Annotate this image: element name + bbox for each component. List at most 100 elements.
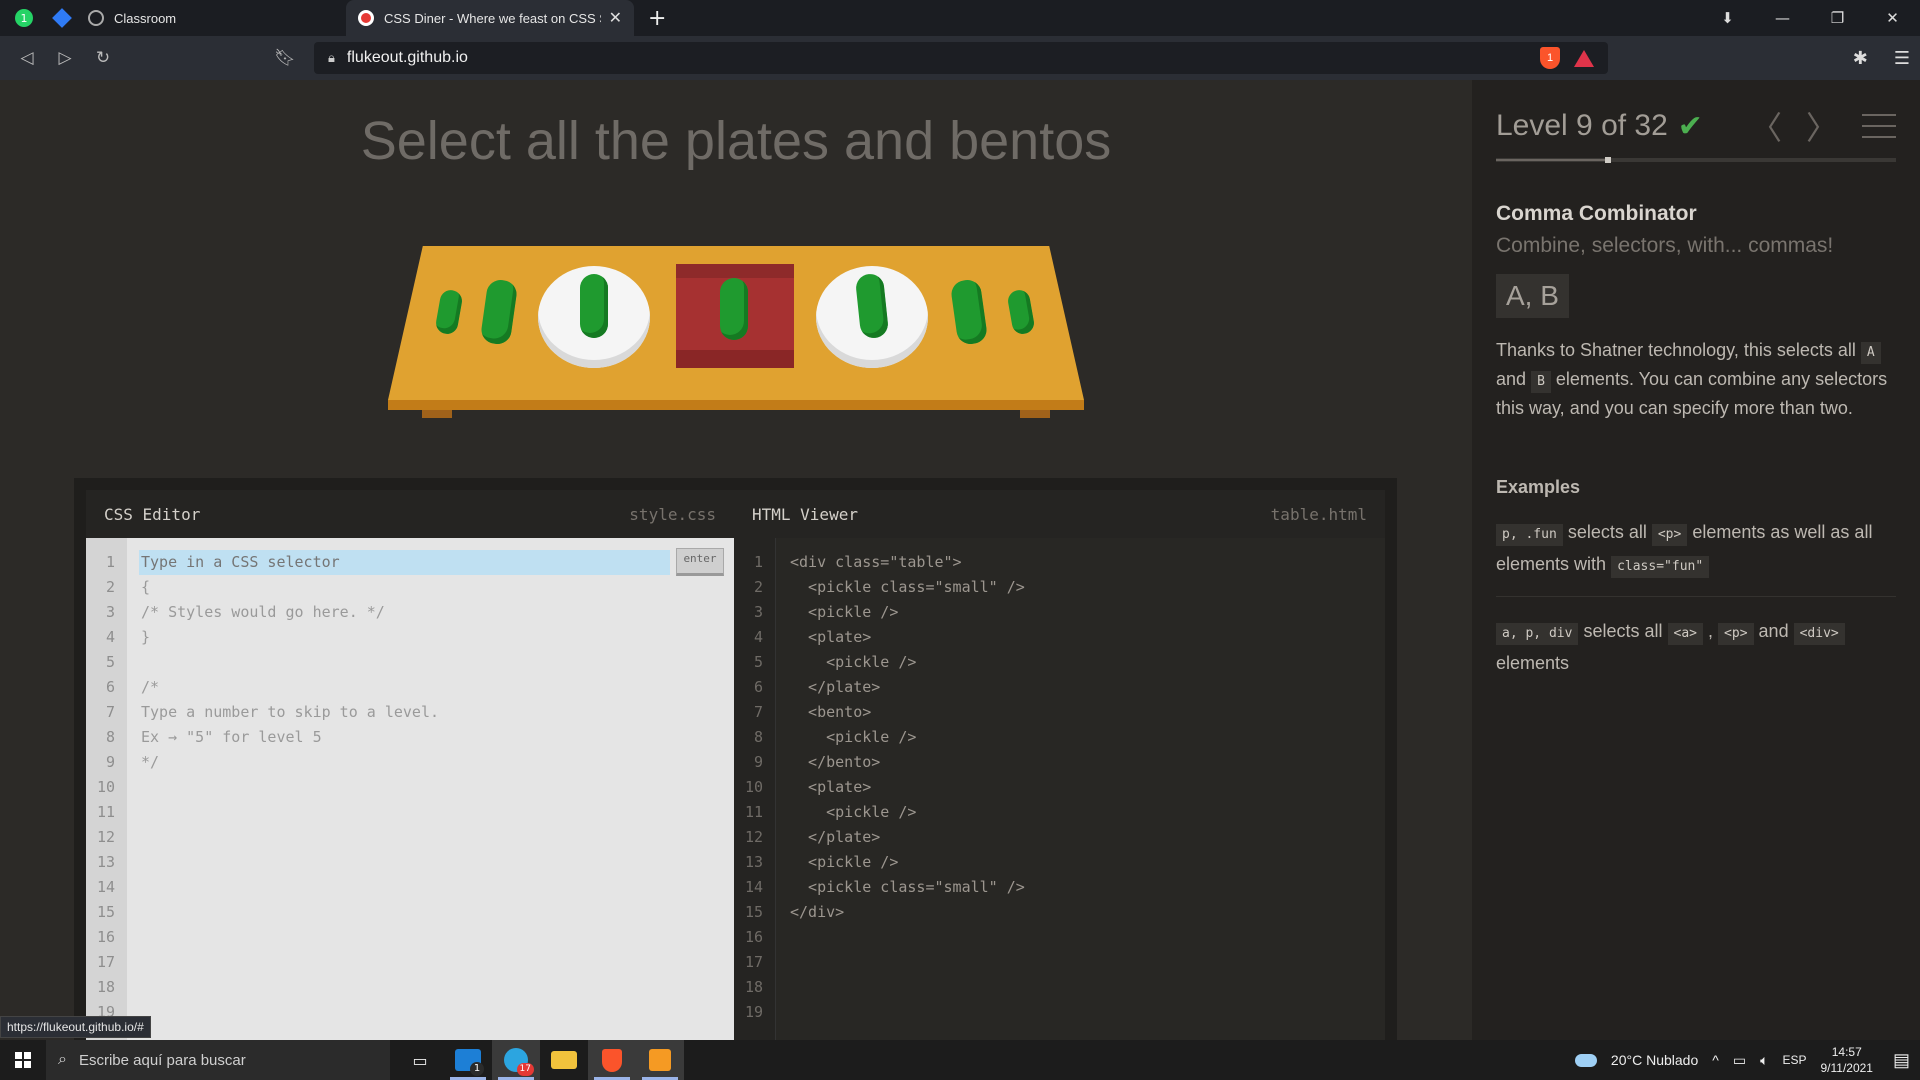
mail-badge: 1	[470, 1062, 484, 1076]
address-bar-actions: 1	[1540, 47, 1608, 69]
enter-button[interactable]: enter	[676, 548, 724, 576]
line-number: 2	[753, 578, 763, 596]
menu-icon[interactable]: ☰	[1894, 48, 1910, 69]
line-number: 14	[96, 878, 115, 896]
line-number: 13	[744, 853, 763, 871]
back-button[interactable]: ◁	[8, 48, 46, 68]
navigation-bar: ◁ ▷ ↻ 🔖︎ 🔒︎ flukeout.github.io 1 ✱ ☰	[0, 36, 1920, 80]
restore-button[interactable]: ❐	[1810, 9, 1865, 27]
taskbar-mail[interactable]: 1	[444, 1040, 492, 1080]
css-editor-title: CSS Editor	[104, 504, 201, 524]
start-button[interactable]	[0, 1040, 46, 1080]
pickle[interactable]	[580, 274, 608, 338]
pinned-tab[interactable]	[48, 0, 76, 36]
line-number: 1	[105, 553, 115, 571]
taskbar-brave[interactable]	[588, 1040, 636, 1080]
code-line: <pickle />	[790, 728, 917, 746]
code-tag: B	[1531, 371, 1551, 393]
minimize-button[interactable]: —	[1755, 9, 1810, 27]
brave-rewards-icon[interactable]	[1574, 49, 1594, 67]
selector-syntax: A, B	[1496, 274, 1569, 318]
code-line: <pickle />	[790, 803, 917, 821]
line-number: 3	[753, 603, 763, 621]
level-menu-icon[interactable]	[1862, 114, 1896, 138]
code-tag: <p>	[1651, 524, 1688, 546]
html-line-numbers: 1 2 3 4 5 6 7 8 9 10 11 12 13 14 15 16 17 18 19	[734, 538, 776, 1040]
extensions-icon[interactable]: ✱	[1853, 48, 1868, 69]
line-number: 5	[753, 653, 763, 671]
taskbar-sublime[interactable]	[636, 1040, 684, 1080]
explanation-text: elements. You can combine any selectors …	[1496, 369, 1888, 418]
weather-text[interactable]: 20°C Nublado	[1611, 1052, 1698, 1068]
battery-icon[interactable]: ▭	[1733, 1052, 1746, 1069]
previous-level-icon[interactable]: 〈	[1750, 103, 1782, 149]
line-number: 3	[105, 603, 115, 621]
line-number: 7	[105, 703, 115, 721]
weather-cloud-icon	[1574, 1053, 1597, 1067]
code-line: <pickle />	[790, 653, 917, 671]
table-leg	[422, 410, 452, 418]
close-window-button[interactable]: ✕	[1865, 9, 1920, 27]
example-text: elements	[1496, 653, 1570, 673]
language-indicator[interactable]: ESP	[1782, 1053, 1806, 1067]
line-number: 18	[744, 978, 763, 996]
clock[interactable]: 14:57 9/11/2021	[1820, 1044, 1873, 1076]
lock-icon: 🔒︎	[328, 50, 335, 65]
code-line: Ex → "5" for level 5	[141, 728, 322, 746]
code-line: <pickle class="small" />	[790, 578, 1025, 596]
code-line: </div>	[790, 903, 845, 921]
tab-css-diner[interactable]: CSS Diner - Where we feast on CSS Select…	[346, 0, 634, 36]
profile-dropdown-icon[interactable]: ⬇	[1700, 9, 1755, 27]
selector-description: Combine, selectors, with... commas!	[1496, 234, 1834, 257]
code-line: /* Styles would go here. */	[141, 603, 385, 621]
explanation-text: Thanks to Shatner technology, this selec…	[1496, 340, 1856, 360]
bookmark-icon[interactable]: 🔖︎	[266, 48, 304, 68]
taskbar-telegram[interactable]: 17	[492, 1040, 540, 1080]
taskbar-file-explorer[interactable]	[540, 1040, 588, 1080]
line-number: 15	[96, 903, 115, 921]
close-tab-icon[interactable]: ✕	[609, 8, 622, 28]
line-number: 4	[753, 628, 763, 646]
plate[interactable]	[816, 266, 928, 368]
pickle[interactable]	[720, 278, 748, 340]
line-number: 9	[105, 753, 115, 771]
progress-fill	[1496, 159, 1608, 161]
task-view-button[interactable]: ▭	[396, 1040, 444, 1080]
brave-shield-icon[interactable]: 1	[1540, 47, 1560, 69]
css-editor-header: CSS Editor style.css	[86, 490, 734, 538]
volume-icon[interactable]: 🔈︎	[1760, 1052, 1768, 1069]
tab-classroom[interactable]: Classroom	[76, 0, 346, 36]
address-bar[interactable]: 🔒︎ flukeout.github.io 1	[314, 42, 1608, 74]
code-tag: <div>	[1793, 623, 1845, 645]
taskbar-search[interactable]: ⌕ Escribe aquí para buscar	[46, 1040, 390, 1080]
line-number: 11	[96, 803, 115, 821]
dinner-table	[388, 246, 1084, 426]
pickle[interactable]	[854, 272, 890, 340]
task-view-icon: ▭	[412, 1050, 428, 1070]
reload-button[interactable]: ↻	[84, 48, 122, 68]
line-number: 6	[105, 678, 115, 696]
line-number: 8	[753, 728, 763, 746]
whatsapp-icon: 1	[15, 9, 33, 27]
forward-button[interactable]: ▷	[46, 48, 84, 68]
status-bar-url: https://flukeout.github.io/#	[0, 1016, 151, 1038]
code-tag: class="fun"	[1611, 556, 1710, 578]
next-level-icon[interactable]: 〉	[1806, 103, 1838, 149]
chevron-up-icon[interactable]: ^	[1712, 1052, 1719, 1068]
new-tab-button[interactable]: +	[648, 6, 666, 31]
whatsapp-tab[interactable]: 1	[10, 0, 38, 36]
search-icon: ⌕	[58, 1051, 67, 1068]
plate[interactable]	[538, 266, 650, 368]
bento[interactable]	[676, 264, 794, 368]
code-line: </plate>	[790, 828, 881, 846]
example-text: and	[1758, 621, 1789, 641]
selector-explanation: Thanks to Shatner technology, this selec…	[1496, 336, 1896, 423]
line-number: 12	[96, 828, 115, 846]
code-line: /*	[141, 678, 160, 696]
css-selector-input[interactable]	[139, 550, 670, 575]
code-tag: p, .fun	[1496, 524, 1563, 546]
level-sidebar: Level 9 of 32 ✔ 〈 〉 Comma Combinator Com…	[1472, 80, 1920, 1040]
notifications-icon[interactable]: ▤	[1893, 1050, 1910, 1071]
code-line: <pickle />	[790, 853, 899, 871]
diamond-icon	[52, 8, 72, 28]
